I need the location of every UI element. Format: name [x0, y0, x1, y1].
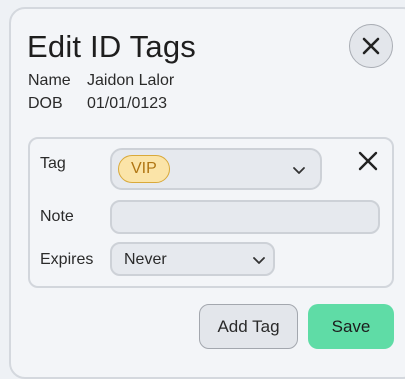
- close-icon: [362, 37, 380, 55]
- dob-value: 01/01/0123: [87, 95, 168, 112]
- tag-chip: VIP: [118, 155, 170, 183]
- name-row: Name Jaidon Lalor: [28, 72, 174, 90]
- name-label: Name: [28, 72, 71, 89]
- add-tag-button[interactable]: Add Tag: [199, 304, 298, 349]
- expires-select[interactable]: Never: [110, 242, 275, 276]
- tag-label: Tag: [40, 155, 66, 172]
- note-label: Note: [40, 208, 74, 225]
- expires-label: Expires: [40, 251, 94, 268]
- dialog-title: Edit ID Tags: [27, 29, 196, 64]
- name-value: Jaidon Lalor: [87, 72, 175, 89]
- chevron-down-icon: [293, 167, 305, 174]
- close-dialog-button[interactable]: [349, 24, 393, 68]
- close-icon: [358, 151, 378, 171]
- remove-tag-button[interactable]: [356, 149, 380, 173]
- note-input[interactable]: [110, 200, 380, 234]
- chevron-down-icon: [253, 257, 265, 264]
- tag-select[interactable]: VIP: [110, 148, 322, 190]
- expires-value: Never: [124, 251, 167, 268]
- dob-label: DOB: [28, 95, 63, 112]
- save-button[interactable]: Save: [308, 304, 394, 349]
- dob-row: DOB 01/01/0123: [28, 95, 167, 113]
